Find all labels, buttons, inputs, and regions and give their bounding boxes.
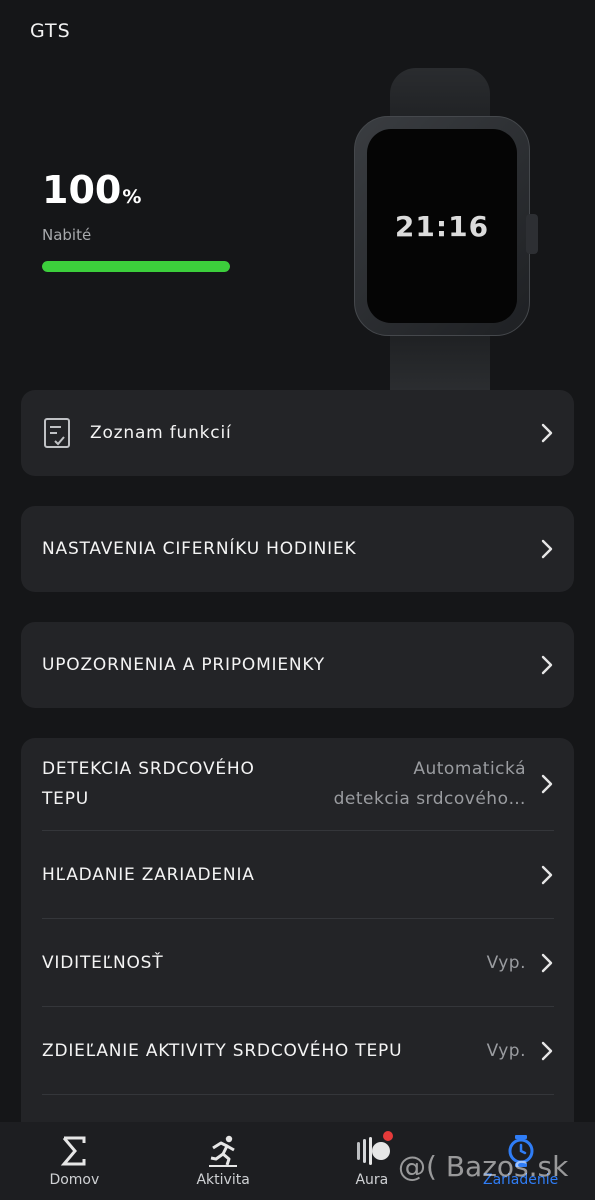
watch-time: 21:16 bbox=[394, 209, 490, 243]
chevron-right-icon bbox=[541, 655, 553, 675]
notifications-card[interactable]: UPOZORNENIA A PRIPOMIENKY bbox=[21, 622, 574, 708]
watch-screen: 21:16 bbox=[367, 129, 517, 323]
top-bar-title: GTS bbox=[30, 20, 71, 42]
chevron-right-icon bbox=[541, 865, 553, 884]
share-heart-rate-value: Vyp. bbox=[486, 1040, 526, 1061]
visibility-label: VIDITEĽNOSŤ bbox=[42, 952, 164, 973]
battery-percentage: 100% bbox=[42, 168, 141, 212]
battery-bar-fill bbox=[42, 261, 230, 272]
watch-case: 21:16 bbox=[354, 116, 530, 336]
battery-value: 100 bbox=[42, 168, 122, 212]
chevron-right-icon bbox=[541, 953, 553, 972]
runner-icon bbox=[209, 1135, 238, 1167]
heart-rate-detection-label-line1: DETEKCIA SRDCOVÉHO bbox=[42, 759, 255, 779]
features-row[interactable]: Zoznam funkcií bbox=[21, 390, 574, 476]
visibility-row[interactable]: VIDITEĽNOSŤ Vyp. bbox=[21, 919, 574, 1006]
notification-dot bbox=[382, 1131, 393, 1141]
nav-home[interactable]: Domov bbox=[0, 1122, 148, 1188]
visibility-value: Vyp. bbox=[486, 952, 526, 973]
heart-rate-detection-value-line2: detekcia srdcového… bbox=[333, 789, 526, 809]
battery-bar bbox=[42, 261, 230, 272]
notifications-label: UPOZORNENIA A PRIPOMIENKY bbox=[42, 655, 325, 675]
chevron-right-icon bbox=[541, 539, 553, 559]
share-heart-rate-label: ZDIEĽANIE AKTIVITY SRDCOVÉHO TEPU bbox=[42, 1040, 403, 1061]
nav-activity-label: Aktivita bbox=[196, 1172, 250, 1188]
battery-status-label: Nabité bbox=[42, 226, 92, 244]
nav-home-label: Domov bbox=[49, 1172, 100, 1188]
heart-rate-detection-label-line2: TEPU bbox=[42, 789, 90, 809]
share-heart-rate-row[interactable]: ZDIEĽANIE AKTIVITY SRDCOVÉHO TEPU Vyp. bbox=[21, 1007, 574, 1094]
find-device-row[interactable]: HĽADANIE ZARIADENIA bbox=[21, 831, 574, 918]
features-label: Zoznam funkcií bbox=[90, 423, 232, 443]
chevron-right-icon bbox=[541, 1041, 553, 1060]
watch-image: 21:16 bbox=[352, 68, 542, 390]
battery-unit: % bbox=[122, 186, 142, 208]
checklist-icon bbox=[44, 418, 70, 448]
notifications-row[interactable]: UPOZORNENIA A PRIPOMIENKY bbox=[21, 622, 574, 708]
watch-crown bbox=[526, 214, 538, 254]
sigma-icon bbox=[61, 1136, 86, 1166]
chevron-right-icon bbox=[541, 774, 553, 794]
nav-aura-label: Aura bbox=[355, 1172, 389, 1188]
watchface-settings-card[interactable]: NASTAVENIA CIFERNÍKU HODINIEK bbox=[21, 506, 574, 592]
watermark: @( Bazos.sk bbox=[398, 1150, 569, 1183]
settings-card: DETEKCIA SRDCOVÉHO TEPU Automatická dete… bbox=[21, 738, 574, 1158]
watchface-settings-label: NASTAVENIA CIFERNÍKU HODINIEK bbox=[42, 539, 357, 559]
heart-rate-detection-value-line1: Automatická bbox=[413, 759, 526, 779]
heart-rate-detection-value: Automatická detekcia srdcového… bbox=[334, 754, 526, 814]
heart-rate-detection-label: DETEKCIA SRDCOVÉHO TEPU bbox=[42, 754, 255, 814]
watchface-settings-row[interactable]: NASTAVENIA CIFERNÍKU HODINIEK bbox=[21, 506, 574, 592]
chevron-right-icon bbox=[541, 423, 553, 443]
find-device-label: HĽADANIE ZARIADENIA bbox=[42, 864, 255, 885]
features-card[interactable]: Zoznam funkcií bbox=[21, 390, 574, 476]
nav-activity[interactable]: Aktivita bbox=[149, 1122, 297, 1188]
heart-rate-detection-row[interactable]: DETEKCIA SRDCOVÉHO TEPU Automatická dete… bbox=[21, 738, 574, 830]
divider bbox=[42, 1094, 554, 1095]
